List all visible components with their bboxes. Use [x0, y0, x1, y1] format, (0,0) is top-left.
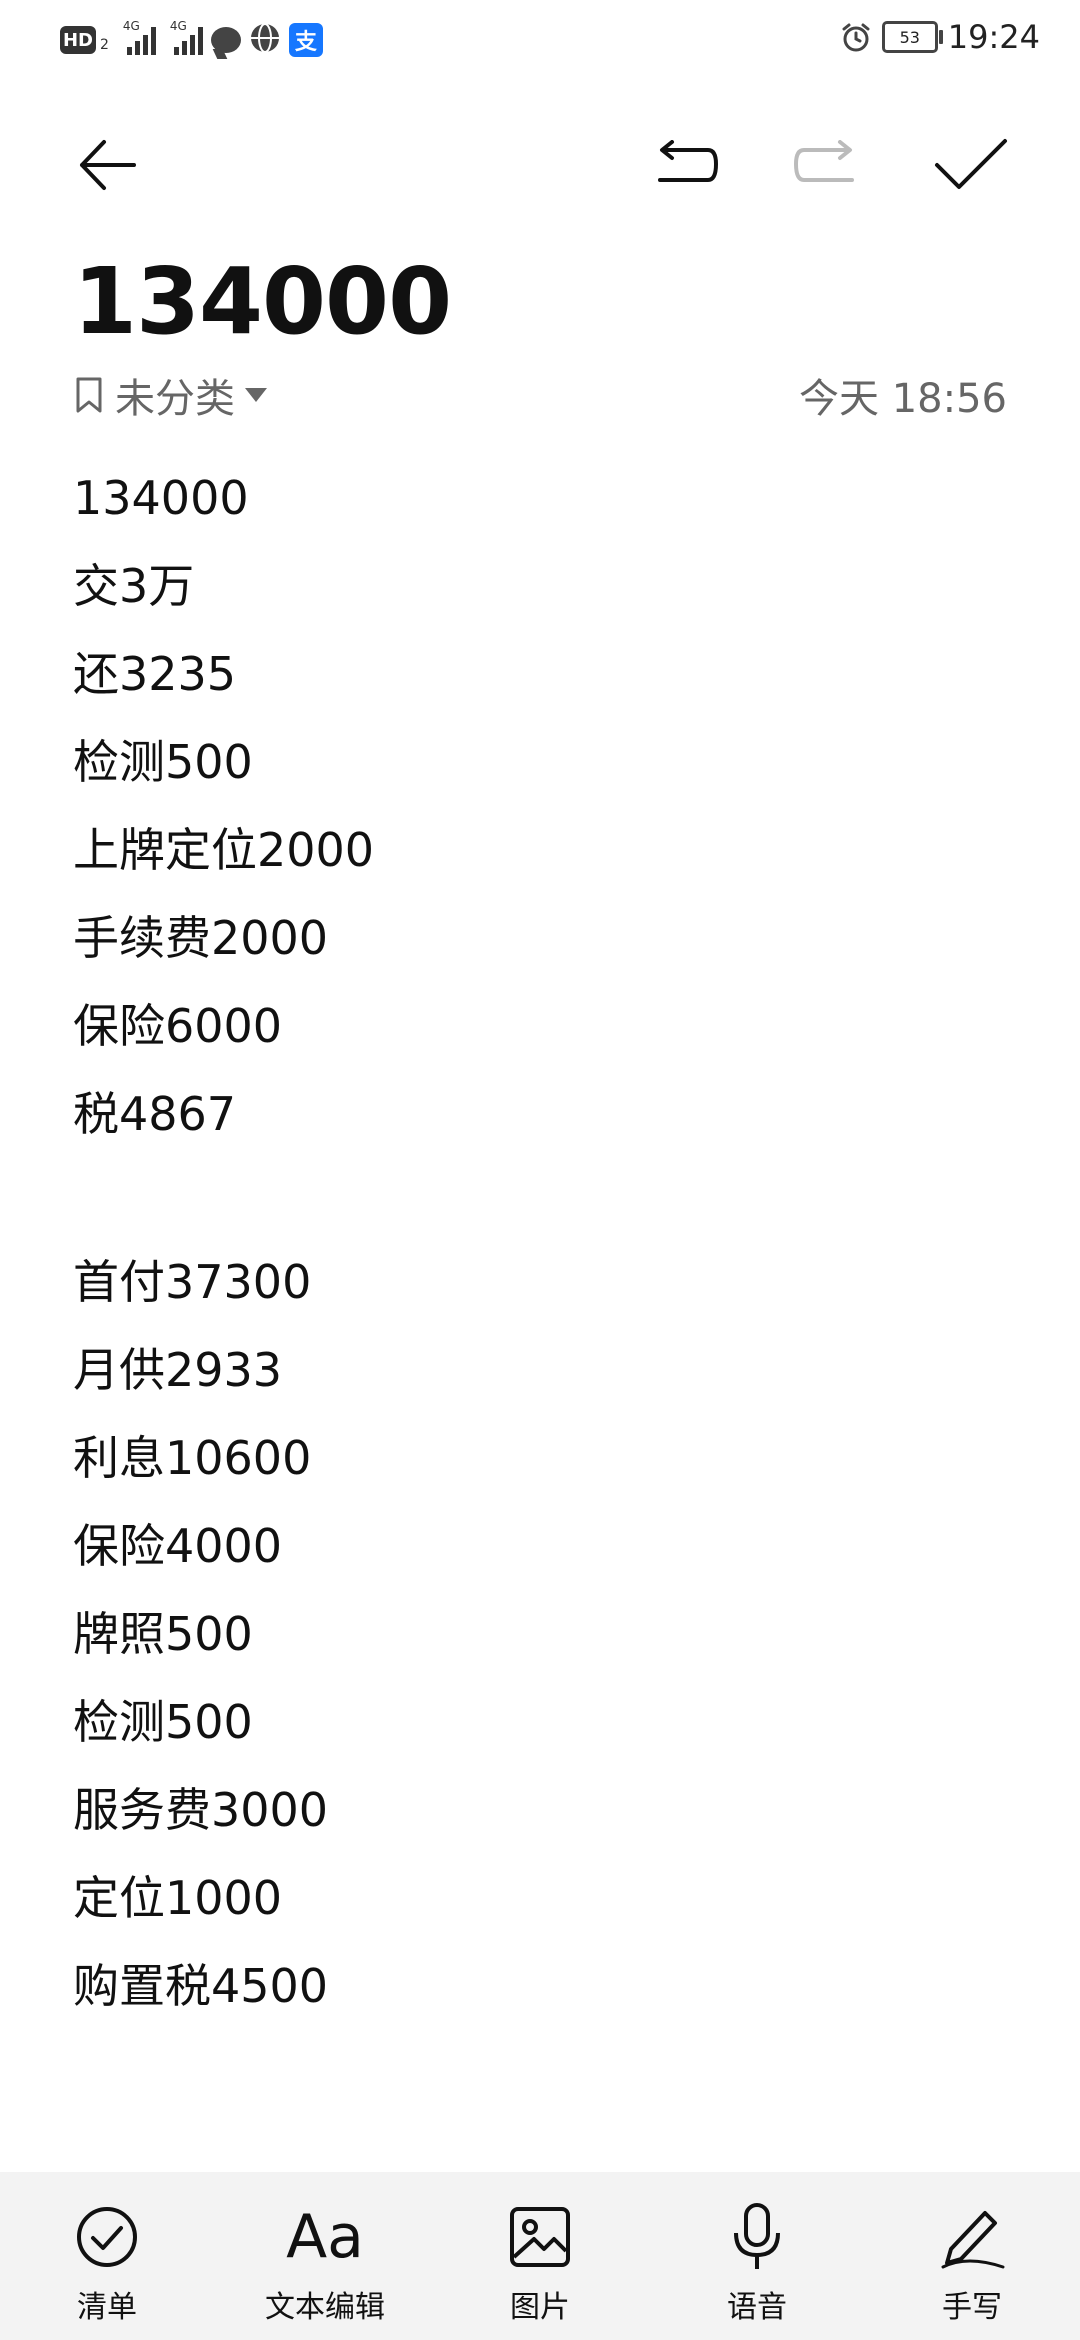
checklist-label: 清单	[77, 2290, 137, 2325]
status-left: HD 2 4G 4G 支	[60, 19, 323, 60]
voice-button[interactable]: 语音	[667, 2202, 847, 2332]
voice-label: 语音	[727, 2290, 787, 2325]
note-body[interactable]: 134000 交3万 还3235 检测500 上牌定位2000 手续费2000 保险6000…	[73, 468, 1007, 2044]
microphone-icon	[734, 2203, 780, 2269]
image-button[interactable]: 图片	[450, 2202, 630, 2332]
note-line[interactable]: 手续费2000	[73, 908, 1007, 996]
note-line[interactable]: 上牌定位2000	[73, 820, 1007, 908]
note-line[interactable]: 保险6000	[73, 996, 1007, 1084]
image-label: 图片	[510, 2290, 570, 2325]
note-line[interactable]: 购置税4500	[73, 1956, 1007, 2044]
redo-button[interactable]	[782, 120, 872, 210]
status-time: 19:24	[947, 18, 1040, 56]
status-right: 53 19:24	[840, 18, 1040, 56]
hd-badge: HD	[60, 26, 96, 54]
signal-tag: 4G	[122, 19, 140, 33]
checklist-icon	[77, 2207, 137, 2267]
note-meta: 未分类 今天 18:56	[73, 370, 1007, 422]
undo-button[interactable]	[640, 120, 730, 210]
alipay-icon: 支	[288, 23, 323, 57]
chevron-down-icon	[245, 383, 269, 407]
pen-icon	[941, 2211, 1005, 2269]
note-line[interactable]: 检测500	[73, 732, 1007, 820]
image-icon	[510, 2207, 570, 2267]
alarm-icon	[840, 21, 872, 53]
handwrite-label: 手写	[942, 2290, 1002, 2325]
battery-icon: 53	[881, 21, 943, 53]
text-format-icon: Aa	[286, 2202, 364, 2272]
signal-icon-2: 4G	[170, 19, 203, 55]
note-line[interactable]: 检测500	[73, 1692, 1007, 1780]
redo-icon	[793, 140, 854, 182]
note-line[interactable]: 还3235	[73, 644, 1007, 732]
note-line[interactable]	[73, 1172, 1007, 1252]
note-line[interactable]: 定位1000	[73, 1868, 1007, 1956]
note-date: 今天 18:56	[799, 376, 1007, 422]
done-button[interactable]	[926, 120, 1016, 210]
signal-tag-2: 4G	[169, 19, 187, 33]
text-edit-button[interactable]: Aa 文本编辑	[235, 2202, 415, 2332]
back-arrow-icon	[80, 140, 136, 190]
note-line[interactable]: 134000	[73, 468, 1007, 556]
bookmark-icon	[73, 375, 105, 415]
note-line[interactable]: 税4867	[73, 1084, 1007, 1172]
handwrite-button[interactable]: 手写	[882, 2202, 1062, 2332]
chat-icon	[210, 27, 241, 53]
globe-icon	[249, 22, 281, 58]
back-button[interactable]	[62, 120, 152, 210]
alipay-glyph: 支	[294, 30, 317, 55]
undo-icon	[658, 140, 719, 182]
checklist-button[interactable]: 清单	[17, 2202, 197, 2332]
signal-icon: 4G	[123, 19, 156, 55]
status-bar: HD 2 4G 4G 支 53 19:24	[0, 0, 1080, 80]
note-title[interactable]: 134000	[73, 248, 452, 355]
action-bar	[0, 110, 1080, 220]
note-line[interactable]: 交3万	[73, 556, 1007, 644]
note-line[interactable]: 保险4000	[73, 1516, 1007, 1604]
hd-label: HD	[62, 29, 93, 51]
bottom-toolbar: 清单 Aa 文本编辑 图片 语音 手写	[0, 2172, 1080, 2340]
check-icon	[935, 139, 1007, 189]
battery-level: 53	[899, 27, 920, 47]
note-line[interactable]: 服务费3000	[73, 1780, 1007, 1868]
text-edit-label: 文本编辑	[265, 2290, 385, 2325]
note-line[interactable]: 月供2933	[73, 1340, 1007, 1428]
note-line[interactable]: 首付37300	[73, 1252, 1007, 1340]
category-selector[interactable]: 未分类	[73, 366, 269, 424]
note-line[interactable]: 牌照500	[73, 1604, 1007, 1692]
hd-sub: 2	[100, 37, 109, 53]
category-label: 未分类	[115, 376, 235, 422]
note-line[interactable]: 利息10600	[73, 1428, 1007, 1516]
